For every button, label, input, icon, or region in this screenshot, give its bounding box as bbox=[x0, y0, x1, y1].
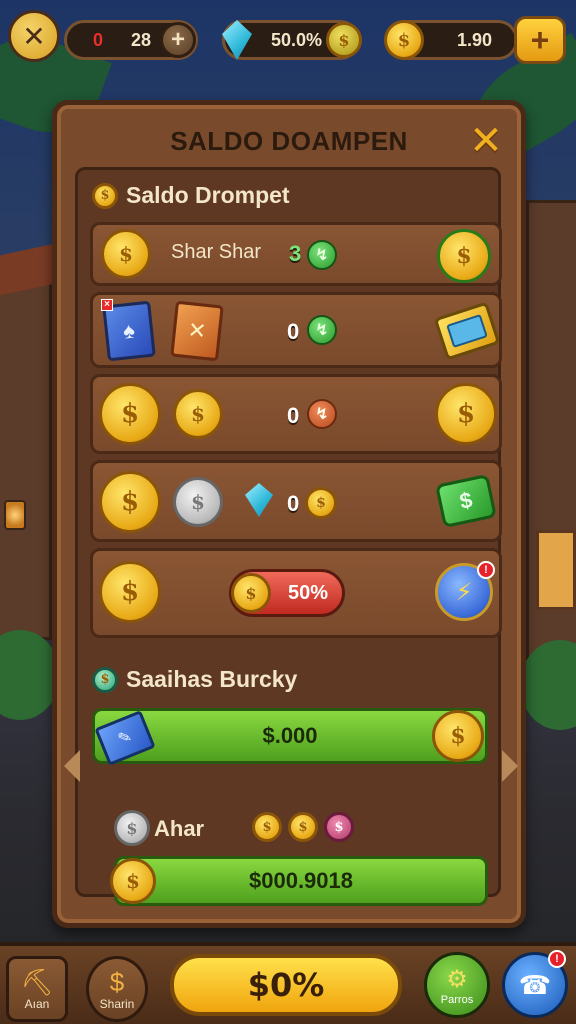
balance-row[interactable]: $ $ 0 ↯ $ bbox=[90, 374, 502, 454]
row-value: 0 bbox=[287, 403, 300, 428]
coin-icon: $ bbox=[288, 812, 318, 842]
coin-pile-icon: $ bbox=[437, 229, 491, 283]
section-title-text: Saldo Drompet bbox=[126, 182, 290, 208]
notification-badge: ! bbox=[477, 561, 495, 579]
coin-icon: $ bbox=[435, 383, 497, 445]
x-icon: × bbox=[101, 299, 113, 311]
phone-icon: ☎ bbox=[518, 969, 552, 1000]
tab-label: Sharin bbox=[99, 997, 135, 1011]
cash-icon: $ bbox=[435, 473, 497, 529]
shovel-icon: ⛏ bbox=[20, 967, 54, 997]
purchase-value: $.000 bbox=[262, 723, 318, 748]
lives-count: 28 bbox=[131, 29, 152, 50]
plus-icon: + bbox=[170, 26, 185, 53]
main-action-button[interactable]: $0% bbox=[170, 954, 402, 1016]
balance-row[interactable]: ♠ × ✕ 0 ↯ bbox=[90, 292, 502, 368]
row-value: 3 bbox=[289, 241, 302, 266]
panel-title: SALDO DOAMPEN bbox=[170, 125, 408, 156]
coin-icon: $ bbox=[99, 383, 161, 445]
panel-header: SALDO DOAMPEN ✕ bbox=[69, 113, 509, 169]
total-bar[interactable]: $000.9018 bbox=[114, 856, 488, 906]
close-button[interactable]: ✕ bbox=[8, 10, 60, 62]
bush bbox=[0, 630, 60, 720]
lives-value: 0 bbox=[93, 29, 104, 50]
coin-icon: $ bbox=[305, 487, 337, 519]
tab-rewards[interactable]: ⚙ Parros bbox=[424, 952, 490, 1018]
coin-icon: $ bbox=[252, 812, 282, 842]
tab-label: Parros bbox=[440, 993, 474, 1006]
row-value: 0 bbox=[287, 491, 300, 516]
arrow-left-icon[interactable] bbox=[64, 750, 80, 782]
lantern bbox=[4, 500, 26, 530]
add-coins-button[interactable]: + bbox=[514, 16, 566, 64]
section-title-purchase: $ Saaihas Burcky bbox=[92, 666, 297, 693]
tab-shop[interactable]: $ Sharin bbox=[86, 956, 148, 1022]
gem-value: 50.0% bbox=[271, 29, 323, 50]
balance-row[interactable]: $ $ 0 $ $ bbox=[90, 460, 502, 542]
cta-label: $0% bbox=[247, 966, 325, 1004]
coin-icon: $ bbox=[101, 229, 151, 279]
gem-coin-icon: $ bbox=[92, 666, 118, 693]
arrow-right-icon[interactable] bbox=[502, 750, 518, 782]
ticket-icon bbox=[433, 301, 501, 361]
coin-icon: $ bbox=[92, 182, 118, 209]
add-lives-button[interactable]: + bbox=[160, 22, 196, 58]
sub-label: Ahar bbox=[154, 816, 205, 841]
balance-row[interactable]: $ Shar Shar 3 ↯ $ bbox=[90, 222, 502, 286]
pill-value: 50% bbox=[287, 581, 328, 604]
plus-icon: + bbox=[530, 21, 550, 58]
bottom-bar: ⛏ Aıan $ Sharin $0% ⚙ Parros ☎ ! bbox=[0, 942, 576, 1024]
coin-icon: $ bbox=[173, 389, 223, 439]
silver-coin-icon: $ bbox=[114, 810, 150, 846]
notification-badge: ! bbox=[548, 950, 566, 968]
coin-icon: $ bbox=[231, 573, 271, 613]
wallet-panel: SALDO DOAMPEN ✕ $ Saldo Drompet $ Shar S… bbox=[52, 100, 526, 928]
row-label: Shar Shar bbox=[171, 241, 262, 263]
arrow-down-icon: ↯ bbox=[307, 399, 337, 429]
tab-label: Aıan bbox=[24, 997, 50, 1011]
coin-icon: $ bbox=[99, 471, 161, 533]
silver-coin-icon: $ bbox=[173, 477, 223, 527]
gear-icon: ⚙ bbox=[446, 965, 468, 993]
coin-icon: $ bbox=[384, 20, 424, 60]
coin-value: 1.90 bbox=[457, 29, 493, 50]
gem-icon bbox=[245, 483, 273, 517]
gem-add-icon[interactable]: $ bbox=[326, 22, 362, 58]
section-title-balance: $ Saldo Drompet bbox=[92, 182, 290, 209]
window-glow bbox=[536, 530, 576, 610]
top-hud: ✕ 0 28 + 50.0% $ 1.90 $ + bbox=[0, 8, 576, 64]
arrow-up-icon: ↯ bbox=[307, 240, 337, 270]
row-value: 0 bbox=[287, 319, 300, 344]
coin-bag-icon: $ bbox=[109, 967, 125, 997]
total-value: $000.9018 bbox=[249, 868, 353, 893]
x-icon: ✕ bbox=[22, 20, 46, 52]
panel-content: $ Saldo Drompet $ Shar Shar 3 ↯ $ ♠ × ✕ … bbox=[64, 167, 518, 906]
coin-icon: $ bbox=[110, 858, 156, 904]
coin-icon: $ bbox=[432, 710, 484, 762]
pink-coin-icon: $ bbox=[324, 812, 354, 842]
tab-home[interactable]: ⛏ Aıan bbox=[6, 956, 68, 1022]
balance-row[interactable]: $ 50% $ ⚡ ! bbox=[90, 548, 502, 638]
panel-close-button[interactable]: ✕ bbox=[465, 121, 507, 163]
arrow-up-icon: ↯ bbox=[307, 315, 337, 345]
house-left bbox=[0, 280, 52, 640]
section-title-text: Saaihas Burcky bbox=[126, 666, 298, 692]
card-orange-icon: ✕ bbox=[170, 300, 224, 362]
coin-icon: $ bbox=[99, 561, 161, 623]
